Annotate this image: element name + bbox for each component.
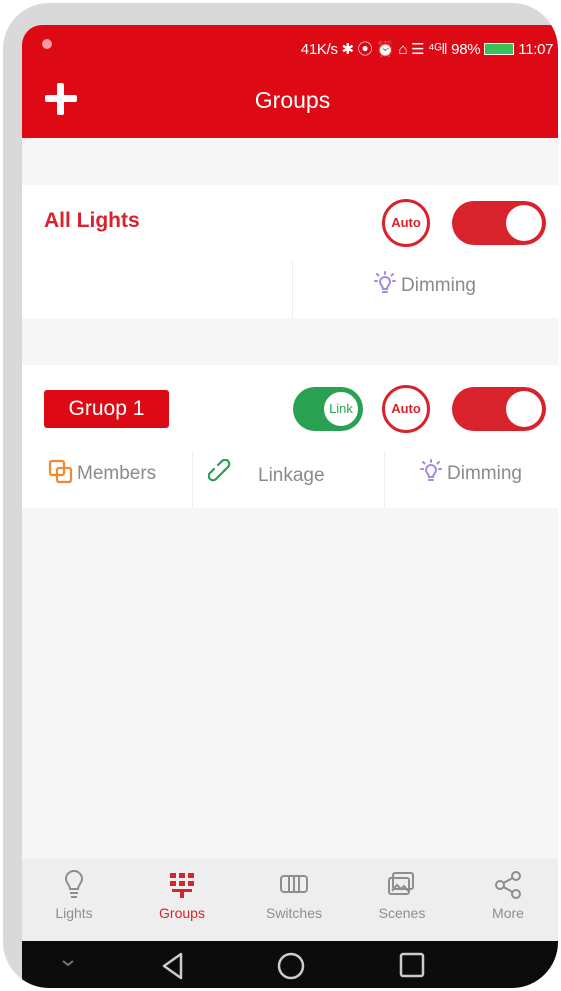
group-name-badge[interactable]: Gruop 1 — [44, 390, 169, 428]
status-bar-text: 41K/s ✱ ⦿ ⏰ ⌂ ☰ ⁴ᴳ‖ 98%11:07 PM — [300, 41, 558, 58]
toggle-knob — [506, 205, 542, 241]
auto-button[interactable]: Auto — [382, 385, 430, 433]
nav-item-scenes[interactable]: Scenes — [362, 867, 442, 921]
bulb-dimming-icon — [418, 459, 444, 491]
back-button[interactable] — [160, 951, 186, 986]
nav-item-switches[interactable]: Switches — [254, 867, 334, 921]
groups-icon — [142, 867, 222, 901]
link-toggle[interactable]: Link — [293, 387, 363, 431]
members-icon — [48, 459, 74, 491]
dimming-button[interactable]: Dimming — [372, 271, 476, 303]
link-knob: Link — [322, 390, 360, 428]
chain-link-icon — [207, 458, 236, 493]
group-card-all-lights: All Lights Auto Dimming — [22, 185, 558, 318]
home-button[interactable] — [276, 951, 306, 986]
recents-button[interactable] — [398, 951, 426, 984]
nav-item-more[interactable]: More — [468, 867, 548, 921]
divider — [384, 451, 385, 508]
battery-icon — [484, 43, 515, 55]
dimming-label: Dimming — [447, 463, 522, 484]
linkage-button[interactable]: Linkage — [207, 458, 325, 493]
bottom-nav: Lights Groups Switches Scenes More — [22, 859, 558, 941]
divider — [292, 261, 293, 318]
linkage-label: Linkage — [258, 465, 325, 486]
app-header: 41K/s ✱ ⦿ ⏰ ⌂ ☰ ⁴ᴳ‖ 98%11:07 PM Groups — [22, 25, 558, 138]
members-label: Members — [77, 463, 157, 484]
power-toggle[interactable] — [452, 387, 546, 431]
group-card-group-1: Gruop 1 Link Auto Members Linkage Dimmin… — [22, 365, 558, 508]
phone-frame: 41K/s ✱ ⦿ ⏰ ⌂ ☰ ⁴ᴳ‖ 98%11:07 PM Groups A… — [3, 3, 558, 988]
system-nav-bar — [22, 941, 558, 988]
share-icon — [468, 867, 548, 901]
chevron-down-icon[interactable] — [60, 955, 76, 976]
bulb-icon — [34, 867, 114, 901]
nav-item-groups[interactable]: Groups — [142, 867, 222, 921]
members-button[interactable]: Members — [48, 459, 156, 491]
page-title: Groups — [254, 87, 331, 113]
nav-item-lights[interactable]: Lights — [34, 867, 114, 921]
bulb-dimming-icon — [372, 271, 398, 303]
dimming-button[interactable]: Dimming — [418, 459, 522, 491]
dimming-label: Dimming — [401, 275, 476, 296]
power-toggle[interactable] — [452, 201, 546, 245]
group-name: All Lights — [44, 209, 140, 232]
toggle-knob — [506, 391, 542, 427]
divider — [192, 451, 193, 508]
status-bar: 41K/s ✱ ⦿ ⏰ ⌂ ☰ ⁴ᴳ‖ 98%11:07 PM — [22, 25, 558, 71]
notification-dot-icon — [42, 39, 52, 49]
auto-button[interactable]: Auto — [382, 199, 430, 247]
switches-icon — [254, 867, 334, 901]
scenes-icon — [362, 867, 442, 901]
app-screen: 41K/s ✱ ⦿ ⏰ ⌂ ☰ ⁴ᴳ‖ 98%11:07 PM Groups A… — [22, 25, 558, 988]
